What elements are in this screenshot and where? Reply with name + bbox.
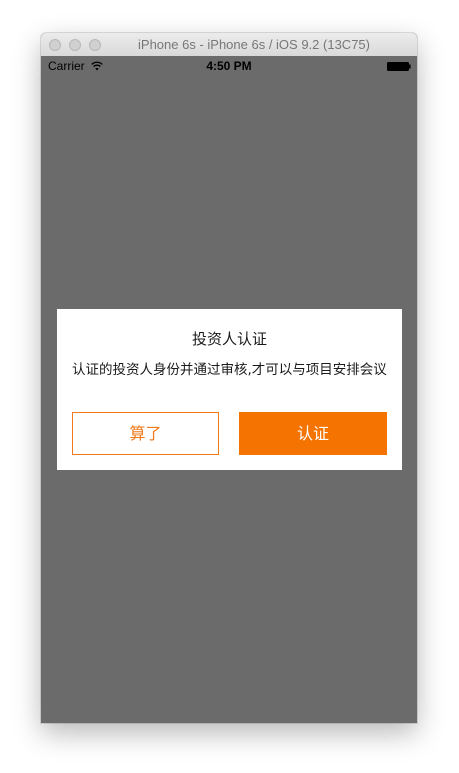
verify-button[interactable]: 认证: [239, 412, 387, 455]
window-close-button[interactable]: [49, 39, 61, 51]
battery-icon: [387, 62, 411, 71]
window-title: iPhone 6s - iPhone 6s / iOS 9.2 (13C75): [138, 37, 370, 52]
investor-verification-dialog: 投资人认证 认证的投资人身份并通过审核,才可以与项目安排会议 算了 认证: [57, 309, 402, 470]
cancel-button[interactable]: 算了: [72, 412, 219, 455]
dialog-message: 认证的投资人身份并通过审核,才可以与项目安排会议: [72, 362, 387, 378]
dialog-title: 投资人认证: [191, 330, 267, 348]
window-zoom-button[interactable]: [89, 39, 101, 51]
status-time: 4:50 PM: [206, 59, 252, 73]
window-minimize-button[interactable]: [69, 39, 81, 51]
window-titlebar: iPhone 6s - iPhone 6s / iOS 9.2 (13C75): [41, 33, 417, 57]
simulator-window: iPhone 6s - iPhone 6s / iOS 9.2 (13C75) …: [41, 33, 417, 723]
status-bar: Carrier 4:50 PM: [41, 56, 417, 76]
